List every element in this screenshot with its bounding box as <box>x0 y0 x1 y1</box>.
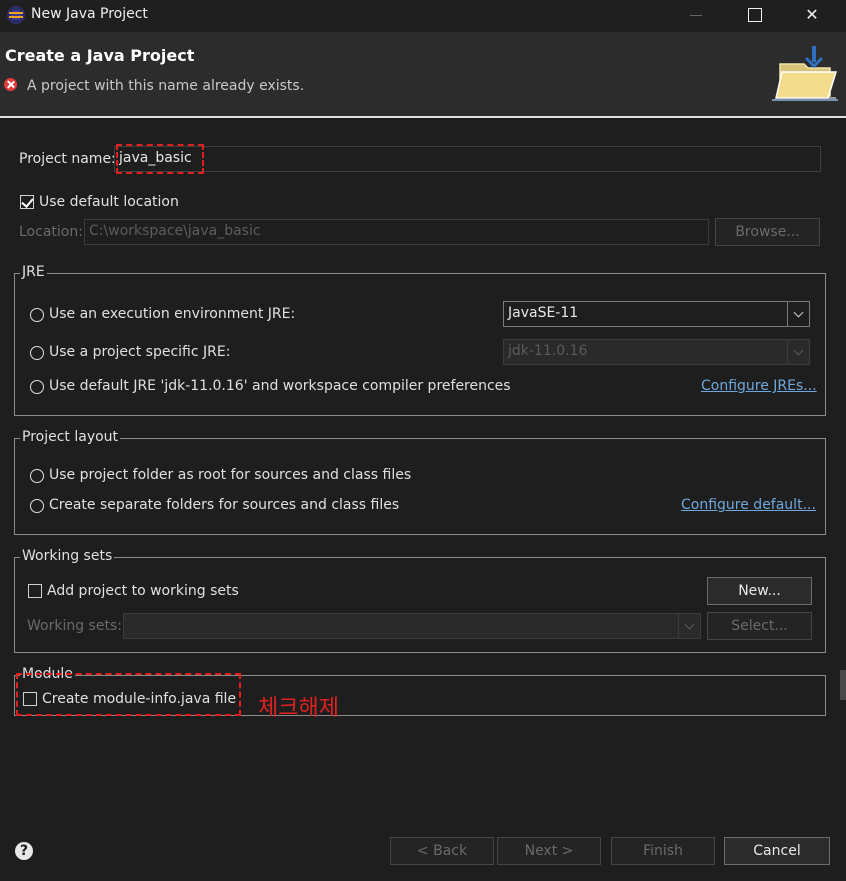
layout-root-radio[interactable] <box>30 469 44 483</box>
working-sets-label: Working sets: <box>27 618 122 634</box>
minimize-button[interactable] <box>668 0 724 32</box>
project-layout-group <box>14 438 826 535</box>
jre-env-radio[interactable] <box>30 308 44 322</box>
jre-default-label: Use default JRE 'jdk-11.0.16' and worksp… <box>49 378 511 394</box>
jre-specific-select-value: jdk-11.0.16 <box>508 343 588 359</box>
location-input[interactable]: C:\workspace\java_basic <box>84 219 709 245</box>
chevron-down-icon <box>787 302 809 326</box>
working-sets-select[interactable] <box>123 613 701 639</box>
add-to-working-sets-label: Add project to working sets <box>47 583 239 599</box>
configure-default-link[interactable]: Configure default... <box>681 497 816 513</box>
next-button[interactable]: Next > <box>497 837 601 865</box>
project-name-label: Project name: <box>19 151 116 167</box>
new-java-project-wizard-icon <box>772 46 838 101</box>
project-name-input[interactable]: java_basic <box>114 146 821 172</box>
error-message: A project with this name already exists. <box>27 78 305 94</box>
eclipse-icon <box>7 6 25 24</box>
jre-specific-label: Use a project specific JRE: <box>49 344 231 360</box>
wizard-header: Create a Java Project A project with thi… <box>0 32 846 116</box>
jre-default-radio[interactable] <box>30 380 44 394</box>
working-sets-group-title: Working sets <box>20 548 115 564</box>
help-icon[interactable]: ? <box>15 842 33 860</box>
annotation-box-project-name <box>116 144 204 174</box>
new-working-set-button[interactable]: New... <box>707 577 812 605</box>
jre-env-label: Use an execution environment JRE: <box>49 306 296 322</box>
back-button[interactable]: < Back <box>390 837 494 865</box>
location-label: Location: <box>19 224 83 240</box>
annotation-box-module <box>16 673 241 716</box>
layout-separate-label: Create separate folders for sources and … <box>49 497 400 513</box>
use-default-location-checkbox[interactable] <box>20 195 34 209</box>
configure-jres-link[interactable]: Configure JREs... <box>701 378 817 394</box>
error-icon <box>4 78 17 91</box>
add-to-working-sets-checkbox[interactable] <box>28 584 42 598</box>
maximize-button[interactable] <box>726 0 782 32</box>
jre-specific-radio[interactable] <box>30 346 44 360</box>
project-layout-group-title: Project layout <box>20 429 121 445</box>
use-default-location-label: Use default location <box>39 194 179 210</box>
select-working-sets-button[interactable]: Select... <box>707 612 812 640</box>
chevron-down-icon <box>678 614 700 638</box>
jre-env-select-value: JavaSE-11 <box>508 305 579 321</box>
cancel-button[interactable]: Cancel <box>724 837 830 865</box>
jre-group-title: JRE <box>20 264 47 280</box>
jre-env-select[interactable]: JavaSE-11 <box>503 301 810 327</box>
jre-specific-select[interactable]: jdk-11.0.16 <box>503 339 810 365</box>
layout-root-label: Use project folder as root for sources a… <box>49 467 412 483</box>
header-divider <box>0 116 846 118</box>
annotation-uncheck-text: 체크해제 <box>258 696 339 721</box>
window-title: New Java Project <box>31 6 148 22</box>
title-bar: New Java Project ✕ <box>0 0 846 32</box>
chevron-down-icon <box>787 340 809 364</box>
finish-button[interactable]: Finish <box>611 837 715 865</box>
close-button[interactable]: ✕ <box>784 0 840 32</box>
page-title: Create a Java Project <box>5 46 195 65</box>
browse-button[interactable]: Browse... <box>715 218 820 246</box>
window-edge <box>840 670 846 700</box>
layout-separate-radio[interactable] <box>30 499 44 513</box>
